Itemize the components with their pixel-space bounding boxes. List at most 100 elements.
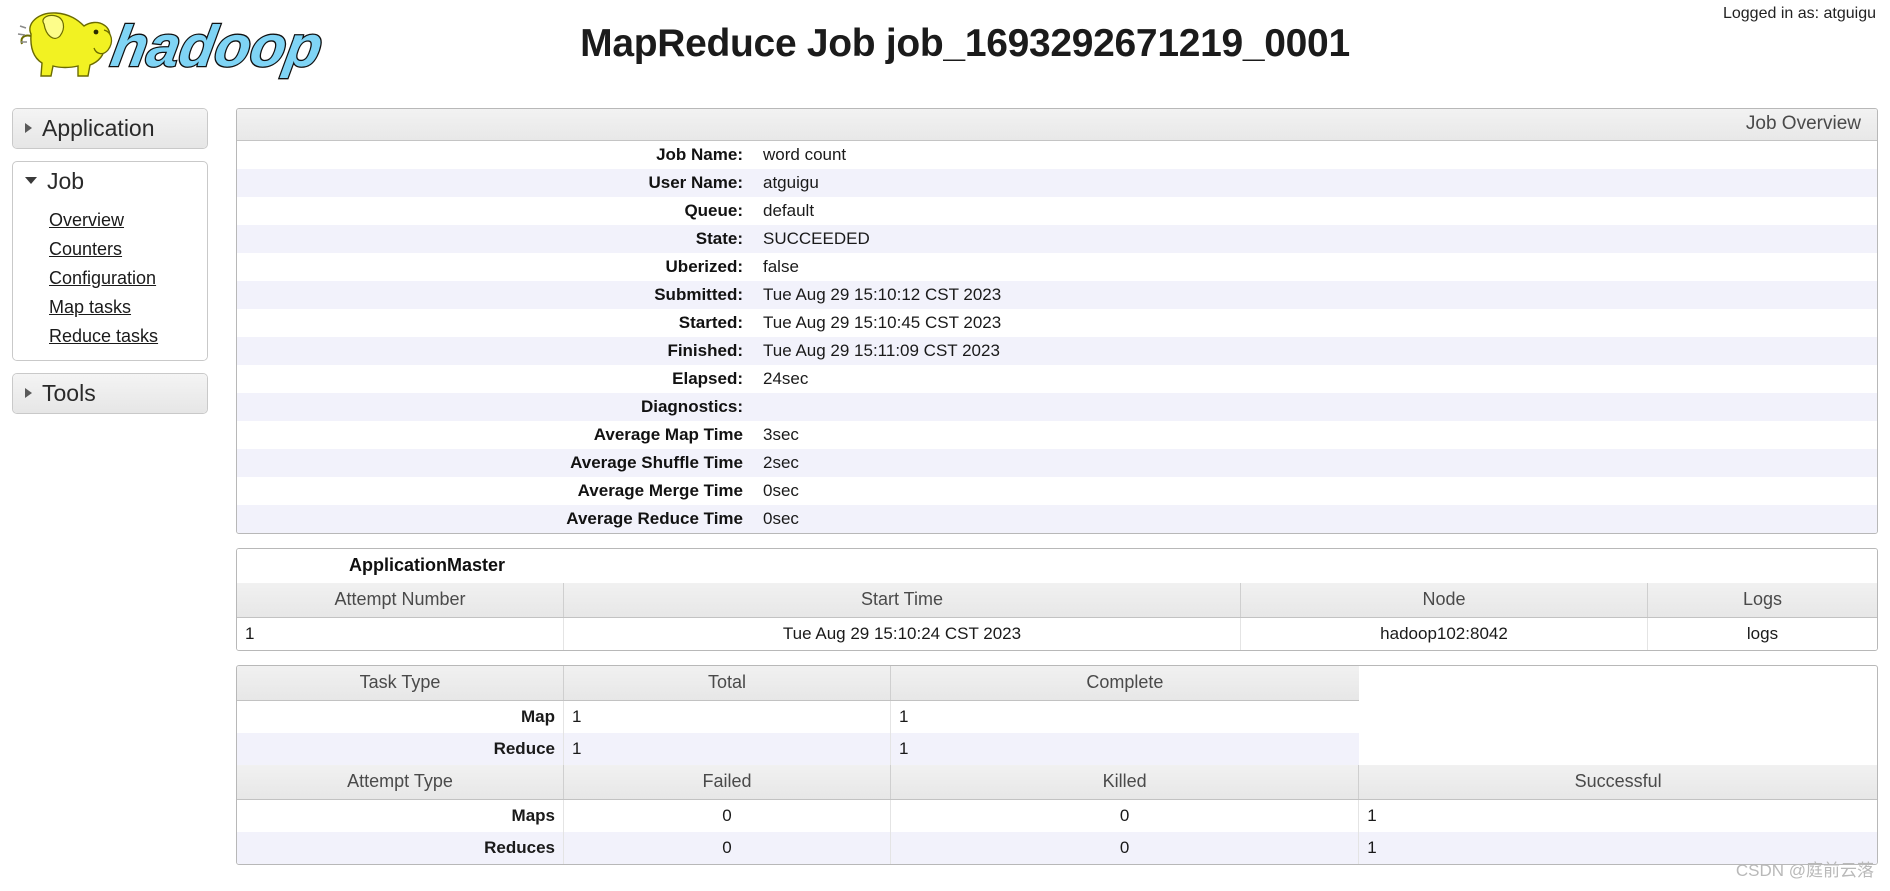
row-key: Average Map Time [593,425,743,444]
column-total[interactable]: Total [563,666,891,701]
row-key: Submitted: [654,285,743,304]
sidebar-section-application-header[interactable]: Application [13,109,207,149]
node-link[interactable]: hadoop102:8042 [1380,624,1508,643]
column-complete[interactable]: Complete [890,666,1359,701]
sidebar-item-map-tasks[interactable]: Map tasks [13,293,207,322]
row-key: Uberized: [665,257,743,276]
row-key: State: [695,229,743,248]
task-summary-panel: Task Type Total Complete Map 1 1 Reduce [236,665,1878,865]
cell-killed: 0 [890,799,1360,832]
column-task-type[interactable]: Task Type [237,666,564,701]
sidebar-item-counters[interactable]: Counters [13,235,207,264]
row-value: 3sec [763,425,799,444]
row-value: Tue Aug 29 15:11:09 CST 2023 [763,341,1000,360]
cell-complete: 1 [899,707,909,726]
column-failed[interactable]: Failed [563,765,891,800]
table-header-row: Attempt Type Failed Killed Successful [237,765,1877,800]
row-value: false [763,257,799,276]
cell-attempt-type: Reduces [237,832,564,864]
row-key: Elapsed: [672,369,743,388]
row-value: default [763,201,815,220]
table-row: Average Map Time 3sec [237,421,1877,449]
chevron-down-icon [25,177,37,185]
table-row: Submitted: Tue Aug 29 15:10:12 CST 2023 [237,281,1877,309]
reduce-task-link[interactable]: Reduce [494,739,555,758]
sidebar-item-configuration[interactable]: Configuration [13,264,207,293]
column-attempt-type[interactable]: Attempt Type [237,765,564,800]
table-row: Maps 0 0 1 [237,799,1877,832]
maps-killed-link[interactable]: 0 [1120,806,1129,825]
table-row: Average Merge Time 0sec [237,477,1877,505]
cell-attempt-type: Maps [237,799,564,832]
column-logs[interactable]: Logs [1647,583,1877,618]
column-attempt-number[interactable]: Attempt Number [237,583,564,618]
sidebar-item-overview[interactable]: Overview [13,206,207,235]
watermark: CSDN @庭前云落 [1735,861,1874,880]
table-row: Reduces 0 0 1 [237,832,1877,864]
logs-link[interactable]: logs [1747,624,1778,643]
table-row: Average Reduce Time 0sec [237,505,1877,533]
sidebar-job-links: Overview Counters Configuration Map task… [13,201,207,360]
column-successful[interactable]: Successful [1358,765,1877,800]
cell-attempt-number: 1 [237,617,564,650]
table-header-row: Attempt Number Start Time Node Logs [237,583,1877,618]
sidebar-section-application-label: Application [42,115,155,141]
row-key: Average Merge Time [577,481,743,500]
cell-task-type: Reduce [237,733,564,765]
cell-total: 1 [563,700,891,733]
table-row: State: SUCCEEDED [237,225,1877,253]
sidebar-section-tools-header[interactable]: Tools [13,373,207,414]
table-row: Job Name: word count [237,141,1877,169]
maps-successful-link[interactable]: 1 [1367,806,1376,825]
row-value: SUCCEEDED [763,229,870,248]
row-key: Started: [678,313,743,332]
row-key: User Name: [648,173,744,192]
page-header: hadoop MapReduce Job job_1693292671219_0… [0,0,1890,108]
reduces-killed-link[interactable]: 0 [1120,838,1129,857]
row-key: Average Reduce Time [566,509,743,528]
row-key: Job Name: [656,145,743,164]
table-row: Map 1 1 [237,700,1877,733]
row-value: word count [763,145,847,164]
row-value [755,393,1877,421]
reduces-failed-link[interactable]: 0 [722,838,731,857]
row-value: 2sec [763,453,799,472]
logged-in-label: Logged in as: atguigu [1722,5,1876,22]
chevron-right-icon [25,388,32,399]
cell-failed: 0 [563,799,891,832]
column-start-time[interactable]: Start Time [563,583,1241,618]
table-row: 1 Tue Aug 29 15:10:24 CST 2023 hadoop102… [237,617,1877,650]
application-master-panel: ApplicationMaster Attempt Number Start T… [236,548,1878,651]
row-value: 0sec [763,509,799,528]
cell-node: hadoop102:8042 [1240,617,1648,650]
table-row: User Name: atguigu [237,169,1877,197]
reduces-successful-link[interactable]: 1 [1367,838,1376,857]
row-key: Finished: [667,341,743,360]
column-killed[interactable]: Killed [890,765,1360,800]
table-row: Reduce 1 1 [237,733,1877,765]
row-value: 0sec [763,481,799,500]
chevron-right-icon [25,123,32,134]
sidebar-section-tools[interactable]: Tools [12,372,208,415]
sidebar-section-tools-label: Tools [42,379,96,406]
sidebar: Application Job Overview Counters Config… [12,108,208,426]
row-value: 24sec [763,369,809,388]
table-row: Diagnostics: [237,393,1877,421]
sidebar-section-job-header[interactable]: Job [13,162,207,201]
application-master-title: ApplicationMaster [237,549,1877,583]
job-overview-panel: Job Overview Job Name: word count User N… [236,108,1878,534]
column-node[interactable]: Node [1240,583,1648,618]
sidebar-item-reduce-tasks[interactable]: Reduce tasks [13,322,207,351]
maps-failed-link[interactable]: 0 [722,806,731,825]
sidebar-section-application[interactable]: Application [12,108,208,150]
cell-killed: 0 [890,832,1360,864]
page-title: MapReduce Job job_1693292671219_0001 [580,22,1350,65]
application-master-table: ApplicationMaster Attempt Number Start T… [237,549,1877,650]
row-value: Tue Aug 29 15:10:12 CST 2023 [763,285,1002,304]
map-task-link[interactable]: Map [521,707,555,726]
job-overview-title: Job Overview [237,109,1877,141]
table-header-row: Task Type Total Complete [237,666,1877,701]
table-row: Finished: Tue Aug 29 15:11:09 CST 2023 [237,337,1877,365]
table-row: Queue: default [237,197,1877,225]
sidebar-section-job[interactable]: Job Overview Counters Configuration Map … [12,161,208,361]
